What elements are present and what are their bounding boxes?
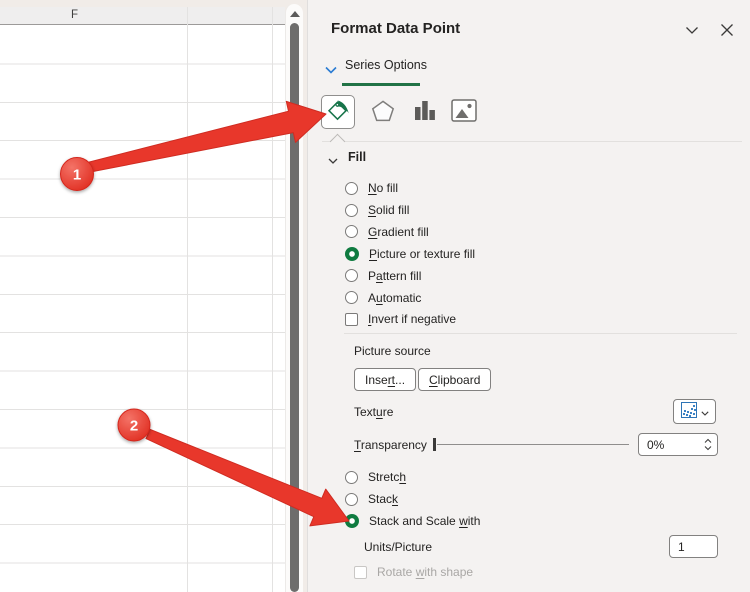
radio-gradient-fill[interactable]: Gradient fill bbox=[345, 225, 475, 239]
radio-label: Picture or texture fill bbox=[369, 246, 476, 261]
spreadsheet-grid[interactable]: F bbox=[0, 7, 285, 592]
cell-grid[interactable] bbox=[0, 26, 285, 592]
checkbox-label: Rotate with shape bbox=[377, 565, 474, 579]
vertical-scrollbar[interactable] bbox=[285, 4, 303, 592]
paint-bucket-icon bbox=[326, 99, 350, 126]
scroll-up-arrow-icon[interactable] bbox=[290, 11, 300, 17]
radio-no-fill[interactable]: No fill bbox=[345, 181, 475, 195]
checkbox-rotate-with-shape: Rotate with shape bbox=[354, 565, 473, 579]
picture-icon bbox=[451, 99, 477, 125]
units-per-picture-input[interactable] bbox=[670, 539, 708, 554]
format-data-point-pane: Format Data Point Series Options Fill No… bbox=[307, 0, 750, 592]
spin-up-icon[interactable] bbox=[704, 438, 712, 444]
pane-close-button[interactable] bbox=[716, 22, 738, 40]
picture-source-label: Picture source bbox=[354, 344, 431, 358]
bar-chart-icon bbox=[414, 100, 436, 124]
radio-icon[interactable] bbox=[345, 203, 358, 217]
fill-options-group: No fill Solid fill Gradient fill Picture… bbox=[345, 181, 475, 327]
column-header-row[interactable]: F bbox=[0, 7, 285, 25]
selected-tab-caret bbox=[329, 133, 346, 150]
radio-pattern-fill[interactable]: Pattern fill bbox=[345, 269, 475, 283]
checkbox-icon-disabled bbox=[354, 565, 367, 579]
tab-separator-line bbox=[322, 141, 742, 142]
fill-section-heading[interactable]: Fill bbox=[348, 150, 366, 164]
column-gridline bbox=[187, 7, 188, 592]
radio-label: Pattern fill bbox=[368, 268, 422, 283]
radio-stretch[interactable]: Stretch bbox=[345, 470, 480, 484]
units-per-picture-box bbox=[669, 535, 718, 558]
scrollbar-thumb[interactable] bbox=[290, 23, 299, 592]
spin-down-icon[interactable] bbox=[704, 445, 712, 451]
checkbox-invert-if-negative[interactable]: Invert if negative bbox=[345, 312, 475, 326]
radio-stack-and-scale-with[interactable]: Stack and Scale with bbox=[345, 513, 481, 528]
insert-button[interactable]: Insert... bbox=[354, 368, 417, 391]
radio-icon-selected[interactable] bbox=[345, 513, 359, 528]
column-gridline bbox=[272, 7, 273, 592]
checkbox-label: Invert if negative bbox=[368, 312, 457, 327]
chevron-down-icon bbox=[685, 24, 699, 38]
chevron-down-icon bbox=[700, 405, 709, 419]
pane-title: Format Data Point bbox=[331, 20, 461, 37]
checkbox-icon[interactable] bbox=[345, 312, 358, 326]
radio-label: Solid fill bbox=[368, 203, 410, 218]
radio-icon[interactable] bbox=[345, 269, 358, 283]
close-icon bbox=[720, 23, 734, 40]
transparency-value-input[interactable] bbox=[639, 437, 691, 452]
pentagon-icon bbox=[370, 99, 396, 126]
radio-solid-fill[interactable]: Solid fill bbox=[345, 203, 475, 217]
radio-icon[interactable] bbox=[345, 470, 358, 484]
texture-label: Texture bbox=[354, 405, 394, 419]
radio-label: No fill bbox=[368, 181, 399, 196]
radio-picture-or-texture-fill[interactable]: Picture or texture fill bbox=[345, 246, 476, 261]
radio-icon[interactable] bbox=[345, 225, 358, 239]
chevron-down-icon[interactable] bbox=[328, 154, 338, 168]
units-per-picture-label: Units/Picture bbox=[364, 540, 433, 554]
texture-preview-icon bbox=[680, 402, 697, 421]
radio-icon[interactable] bbox=[345, 291, 358, 305]
transparency-slider-thumb[interactable] bbox=[433, 438, 436, 451]
radio-label: Gradient fill bbox=[368, 224, 429, 239]
column-header-f[interactable]: F bbox=[71, 9, 78, 21]
pane-collapse-button[interactable] bbox=[681, 22, 703, 40]
transparency-spinner bbox=[638, 433, 718, 456]
radio-label: Automatic bbox=[368, 290, 422, 305]
radio-stack[interactable]: Stack bbox=[345, 492, 480, 506]
tab-series-options[interactable]: Series Options bbox=[345, 58, 427, 72]
tab-fill-and-line[interactable] bbox=[321, 95, 355, 129]
section-separator-line bbox=[344, 333, 737, 334]
spinner-arrows bbox=[704, 438, 712, 451]
texture-dropdown-button[interactable] bbox=[673, 399, 716, 424]
radio-label: Stretch bbox=[368, 470, 407, 485]
radio-icon[interactable] bbox=[345, 492, 358, 506]
tab-series-options-chart[interactable] bbox=[413, 100, 437, 124]
transparency-label: Transparency bbox=[354, 438, 427, 452]
series-options-active-underline bbox=[342, 83, 420, 86]
clipboard-button[interactable]: Clipboard bbox=[418, 368, 492, 391]
radio-automatic[interactable]: Automatic bbox=[345, 290, 475, 305]
radio-icon[interactable] bbox=[345, 181, 358, 195]
tab-picture-fill[interactable] bbox=[450, 99, 478, 125]
picture-layout-options-group: Stretch Stack Stack and Scale with bbox=[345, 470, 480, 528]
radio-label: Stack and Scale with bbox=[369, 513, 481, 528]
tab-effects[interactable] bbox=[369, 98, 397, 126]
chevron-down-icon[interactable] bbox=[325, 63, 337, 77]
radio-label: Stack bbox=[368, 492, 399, 507]
transparency-slider-track[interactable] bbox=[437, 444, 629, 445]
radio-icon-selected[interactable] bbox=[345, 246, 359, 261]
